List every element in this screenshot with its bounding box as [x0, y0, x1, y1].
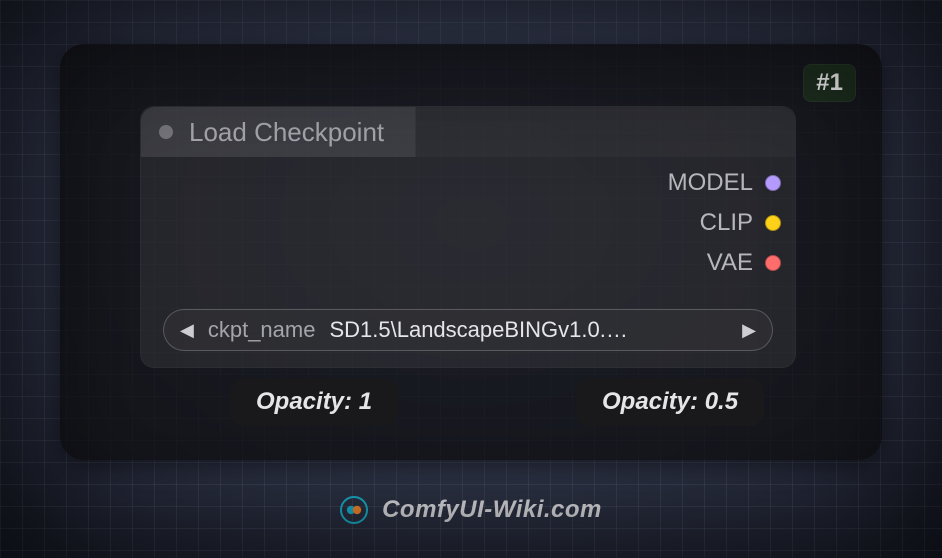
main-panel: #1 Load Checkpoint MODEL CLIP VAE ◀ ckpt…: [60, 44, 882, 460]
node-title: Load Checkpoint: [189, 117, 384, 148]
output-model[interactable]: MODEL: [668, 169, 781, 197]
output-label: CLIP: [700, 209, 753, 237]
watermark-text: ComfyUI-Wiki.com: [382, 496, 602, 524]
watermark: ComfyUI-Wiki.com: [0, 496, 942, 524]
collapse-dot-icon[interactable]: [159, 125, 173, 139]
comfyui-logo-icon: [340, 496, 368, 524]
output-label: VAE: [707, 249, 753, 277]
output-label: MODEL: [668, 169, 753, 197]
output-socket-icon[interactable]: [765, 215, 781, 231]
ckpt-key-label: ckpt_name: [208, 317, 316, 343]
output-socket-icon[interactable]: [765, 175, 781, 191]
load-checkpoint-node[interactable]: Load Checkpoint MODEL CLIP VAE ◀ ckpt_na…: [140, 106, 796, 368]
opacity-caption-right: Opacity: 0.5: [576, 378, 764, 426]
node-header[interactable]: Load Checkpoint: [141, 107, 795, 157]
chevron-left-icon[interactable]: ◀: [180, 320, 194, 341]
output-vae[interactable]: VAE: [668, 249, 781, 277]
chevron-right-icon[interactable]: ▶: [742, 320, 756, 341]
output-socket-icon[interactable]: [765, 255, 781, 271]
output-clip[interactable]: CLIP: [668, 209, 781, 237]
node-outputs: MODEL CLIP VAE: [668, 169, 795, 277]
ckpt-name-selector[interactable]: ◀ ckpt_name SD1.5\LandscapeBINGv1.0.… ▶: [163, 309, 773, 351]
ckpt-value: SD1.5\LandscapeBINGv1.0.…: [329, 317, 728, 343]
opacity-caption-left: Opacity: 1: [230, 378, 398, 426]
step-badge: #1: [803, 64, 856, 102]
